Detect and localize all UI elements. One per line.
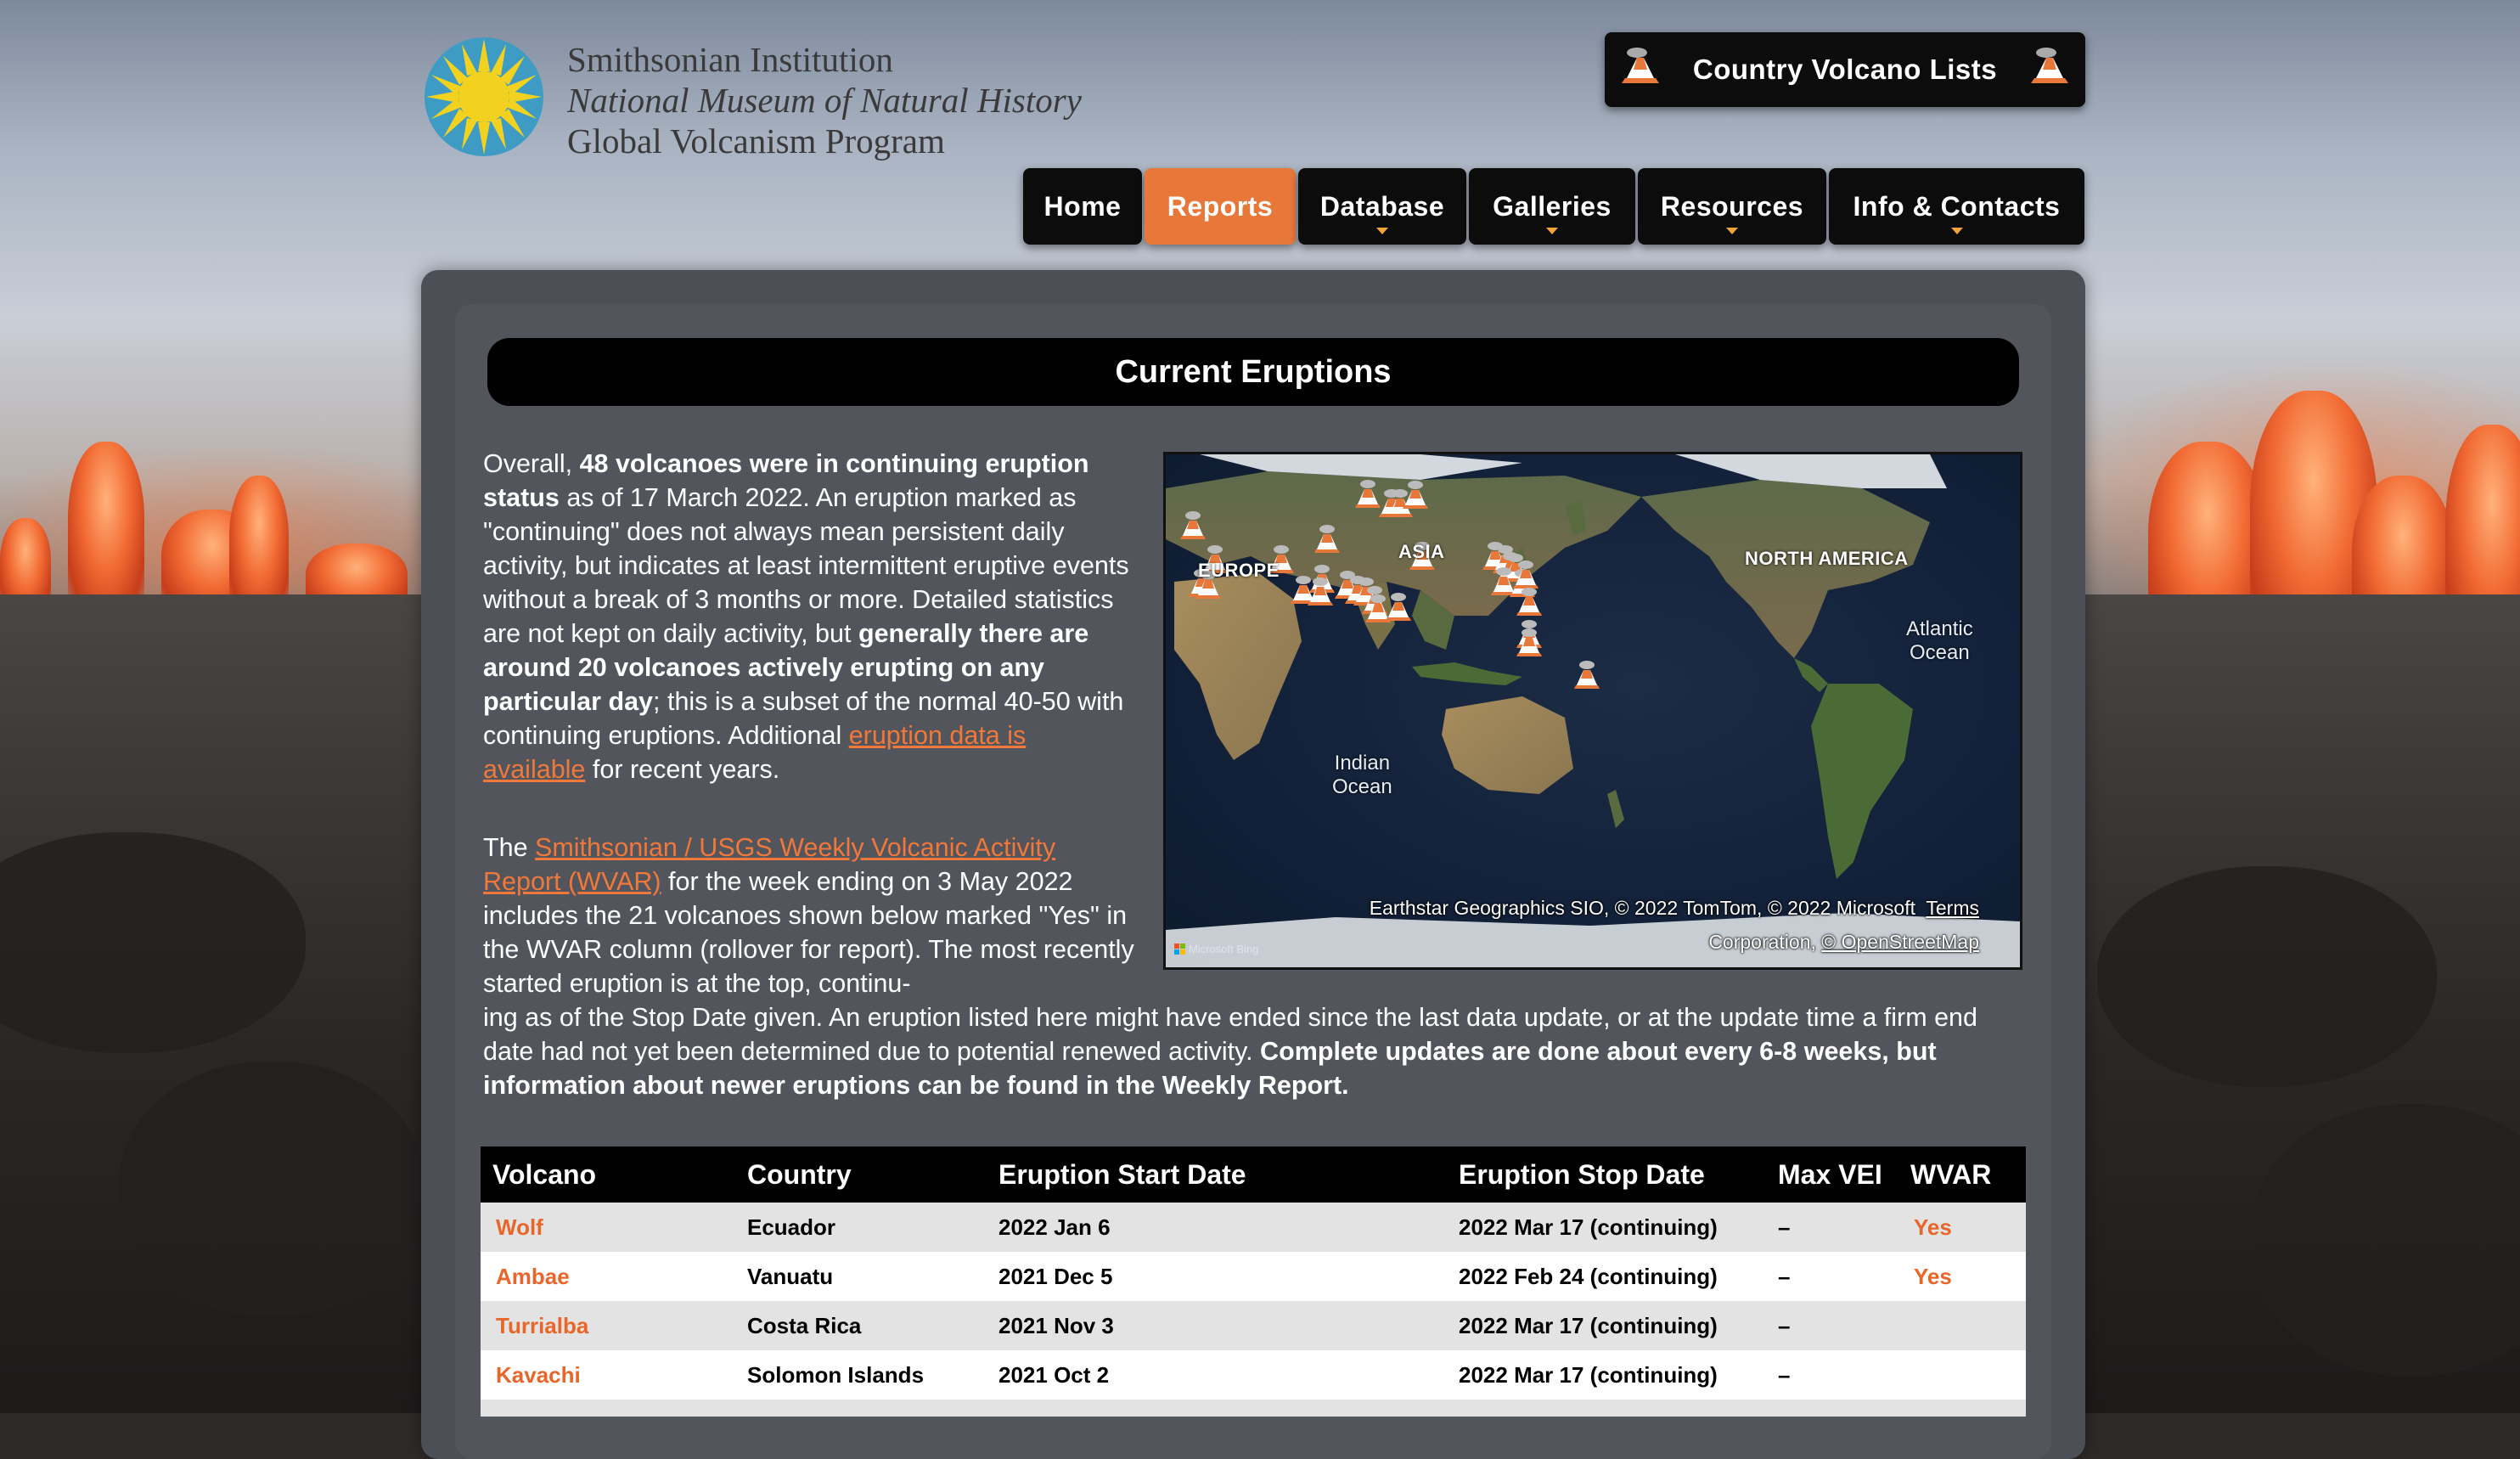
- nav-resources[interactable]: Resources: [1638, 168, 1826, 245]
- volcano-link[interactable]: Wolf: [496, 1214, 543, 1240]
- nav-home-label: Home: [1043, 190, 1122, 222]
- map-label-europe: EUROPE: [1198, 560, 1280, 581]
- table-row: Wolf Ecuador 2022 Jan 6 2022 Mar 17 (con…: [481, 1203, 2026, 1252]
- country-cell: Solomon Islands: [745, 1350, 992, 1400]
- map-label-indian: Indian Ocean: [1332, 752, 1392, 799]
- chevron-down-icon: [1726, 228, 1738, 234]
- wvar-report-rollover[interactable]: Yes: [1914, 1264, 1952, 1289]
- map-attribution-line2: Corporation,: [1708, 931, 1822, 953]
- nav-galleries-label: Galleries: [1493, 190, 1612, 222]
- nav-database[interactable]: Database: [1298, 168, 1466, 245]
- page-title-text: Current Eruptions: [1115, 353, 1392, 390]
- volcano-link[interactable]: Kavachi: [496, 1362, 581, 1388]
- microsoft-logo-icon: [1174, 944, 1185, 955]
- page-title: Current Eruptions: [487, 338, 2019, 406]
- country-volcano-lists-label: Country Volcano Lists: [1692, 54, 1998, 85]
- main-nav: Home Reports Database Galleries Resource…: [1023, 168, 2084, 245]
- column-header-start-date[interactable]: Eruption Start Date: [992, 1146, 1452, 1203]
- intro-paragraph: Overall, 48 volcanoes were in continuing…: [483, 447, 1135, 786]
- start-date-cell: 2021 Dec 5: [992, 1252, 1452, 1301]
- chevron-down-icon: [1546, 228, 1558, 234]
- table-row: Turrialba Costa Rica 2021 Nov 3 2022 Mar…: [481, 1301, 2026, 1350]
- logo-line-program: Global Volcanism Program: [567, 121, 945, 161]
- volcano-link[interactable]: Turrialba: [496, 1313, 588, 1338]
- intro-text: Overall,: [483, 449, 580, 478]
- table-header-row: Volcano Country Eruption Start Date Erup…: [481, 1146, 2026, 1203]
- max-vei-cell: –: [1771, 1350, 1910, 1400]
- column-header-max-vei[interactable]: Max VEI: [1771, 1146, 1910, 1203]
- microsoft-bing-logo: Microsoft Bing: [1174, 943, 1258, 955]
- map-label-north-america: NORTH AMERICA: [1745, 548, 1909, 569]
- max-vei-cell: –: [1771, 1301, 1910, 1350]
- stop-date-cell: 2022 Mar 17 (continuing): [1452, 1203, 1771, 1252]
- nav-home[interactable]: Home: [1023, 168, 1142, 245]
- map-label-indian-line1: Indian: [1334, 752, 1391, 775]
- start-date-cell: 2021 Nov 3: [992, 1301, 1452, 1350]
- nav-reports-label: Reports: [1167, 190, 1274, 222]
- current-eruptions-table: Volcano Country Eruption Start Date Erup…: [481, 1146, 2026, 1417]
- map-label-atlantic-line1: Atlantic: [1906, 617, 1973, 640]
- volcano-icon: [2031, 48, 2068, 83]
- map-openstreetmap-link[interactable]: © OpenStreetMap: [1821, 931, 1979, 953]
- map-terms-link[interactable]: Terms: [1926, 897, 1979, 919]
- nav-info-contacts-label: Info & Contacts: [1853, 190, 2061, 222]
- map-attribution: Earthstar Geographics SIO, © 2022 TomTom…: [1370, 891, 1979, 959]
- chevron-down-icon: [1950, 228, 1963, 234]
- start-date-cell: 2021 Oct 2: [992, 1350, 1452, 1400]
- column-header-volcano[interactable]: Volcano: [481, 1146, 745, 1203]
- country-cell: Ecuador: [745, 1203, 992, 1252]
- start-date-cell: 2022 Jan 6: [992, 1203, 1452, 1252]
- current-eruptions-map[interactable]: EUROPE ASIA NORTH AMERICA Atlantic Ocean…: [1163, 452, 2022, 970]
- logo-line-institution: Smithsonian Institution: [567, 40, 893, 79]
- nav-galleries[interactable]: Galleries: [1469, 168, 1635, 245]
- wvar-text: The: [483, 833, 536, 862]
- nav-database-label: Database: [1319, 190, 1445, 222]
- map-label-atlantic-line2: Ocean: [1909, 641, 1970, 664]
- logo-line-museum: National Museum of Natural History: [567, 81, 1082, 120]
- volcano-icon: [1622, 48, 1659, 83]
- stop-date-cell: 2022 Mar 17 (continuing): [1452, 1350, 1771, 1400]
- column-header-wvar[interactable]: WVAR: [1910, 1146, 2026, 1203]
- max-vei-cell: –: [1771, 1252, 1910, 1301]
- country-volcano-lists-button[interactable]: Country Volcano Lists: [1605, 32, 2085, 107]
- country-cell: Vanuatu: [745, 1252, 992, 1301]
- table-row: Ambae Vanuatu 2021 Dec 5 2022 Feb 24 (co…: [481, 1252, 2026, 1301]
- table-row: [481, 1400, 2026, 1417]
- intro-text: for recent years.: [585, 755, 780, 784]
- column-header-stop-date[interactable]: Eruption Stop Date: [1452, 1146, 1771, 1203]
- stop-date-cell: 2022 Feb 24 (continuing): [1452, 1252, 1771, 1301]
- stop-date-cell: 2022 Mar 17 (continuing): [1452, 1301, 1771, 1350]
- wvar-report-rollover[interactable]: Yes: [1914, 1214, 1952, 1240]
- max-vei-cell: –: [1771, 1203, 1910, 1252]
- column-header-country[interactable]: Country: [745, 1146, 992, 1203]
- chevron-down-icon: [1376, 228, 1388, 234]
- nav-info-contacts[interactable]: Info & Contacts: [1829, 168, 2084, 245]
- table-row: Kavachi Solomon Islands 2021 Oct 2 2022 …: [481, 1350, 2026, 1400]
- map-label-indian-line2: Ocean: [1332, 775, 1392, 798]
- nav-resources-label: Resources: [1660, 190, 1804, 222]
- country-cell: Costa Rica: [745, 1301, 992, 1350]
- map-label-atlantic: Atlantic Ocean: [1906, 617, 1973, 665]
- microsoft-bing-label: Microsoft Bing: [1189, 943, 1259, 955]
- volcano-link[interactable]: Ambae: [496, 1264, 570, 1289]
- smithsonian-gvp-logo[interactable]: Smithsonian Institution National Museum …: [423, 34, 1119, 161]
- map-attribution-line1: Earthstar Geographics SIO, © 2022 TomTom…: [1369, 897, 1915, 919]
- sun-logo-icon: [425, 37, 543, 156]
- nav-reports[interactable]: Reports: [1145, 168, 1296, 245]
- map-label-asia: ASIA: [1398, 541, 1445, 562]
